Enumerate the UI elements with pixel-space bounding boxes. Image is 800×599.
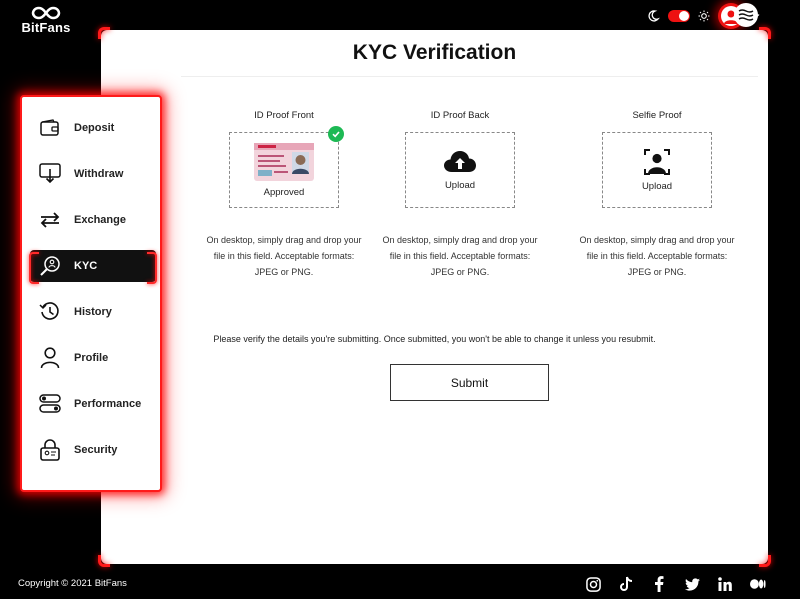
history-icon [38, 300, 62, 324]
sidebar-item-label: KYC [74, 260, 98, 272]
sidebar-item-label: Profile [74, 352, 109, 364]
menu-button[interactable] [734, 3, 758, 27]
corner-accent [98, 555, 110, 567]
linkedin-icon[interactable] [717, 576, 733, 592]
twitter-icon[interactable] [684, 576, 700, 592]
selfie-dropzone[interactable]: Upload [602, 132, 712, 208]
theme-toggle[interactable] [668, 10, 690, 22]
sidebar-item-profile[interactable]: Profile [32, 344, 154, 372]
tiktok-icon[interactable] [618, 576, 634, 592]
sidebar-item-label: Exchange [74, 214, 126, 226]
kyc-panel: KYC Verification ID Proof Front Approved [98, 27, 771, 567]
id-back-dropzone[interactable]: Upload [405, 132, 515, 208]
facebook-icon[interactable] [651, 576, 667, 592]
corner-accent [759, 555, 771, 567]
copyright-text: Copyright © 2021 BitFans [18, 578, 127, 589]
kyc-icon [38, 254, 62, 278]
social-links [585, 576, 766, 592]
wallet-icon [38, 116, 62, 140]
corner-accent [759, 27, 771, 39]
submission-notice: Please verify the details you're submitt… [213, 334, 656, 344]
sidebar-item-exchange[interactable]: Exchange [32, 206, 154, 234]
infinity-logo-icon [31, 6, 61, 20]
brand-logo[interactable]: BitFans [18, 6, 74, 40]
sidebar-item-security[interactable]: Security [32, 436, 154, 464]
proof-description: On desktop, simply drag and drop your fi… [206, 235, 362, 277]
title-divider [181, 76, 758, 77]
sidebar-item-history[interactable]: History [32, 298, 154, 326]
submit-button[interactable]: Submit [390, 364, 549, 401]
corner-accent [98, 27, 110, 39]
exchange-icon [38, 208, 62, 232]
sidebar-item-label: Withdraw [74, 168, 124, 180]
sun-icon [698, 10, 710, 22]
proof-label: Selfie Proof [632, 110, 682, 121]
selfie-proof: Selfie Proof Upload On desktop, simply d… [577, 110, 737, 280]
sidebar-item-label: History [74, 306, 112, 318]
proof-description: On desktop, simply drag and drop your fi… [579, 235, 735, 277]
upload-text: Upload [444, 179, 476, 191]
menu-icon [738, 9, 754, 21]
sidebar-item-kyc[interactable]: KYC [32, 252, 154, 280]
performance-icon [38, 392, 62, 416]
sidebar-item-withdraw[interactable]: Withdraw [32, 160, 154, 188]
sidebar-item-deposit[interactable]: Deposit [32, 114, 154, 142]
approved-text: Approved [263, 186, 305, 198]
sidebar-nav: Deposit Withdraw Exchange KYC History Pr… [20, 95, 162, 492]
sidebar-item-label: Performance [74, 398, 142, 410]
sidebar-item-label: Security [74, 444, 118, 456]
moon-icon [648, 10, 660, 22]
sidebar-item-performance[interactable]: Performance [32, 390, 154, 418]
security-icon [38, 438, 62, 462]
medium-icon[interactable] [750, 576, 766, 592]
id-card-image [254, 142, 314, 181]
upload-text: Upload [641, 180, 673, 192]
profile-icon [38, 346, 62, 370]
id-proof-back: ID Proof Back Upload On desktop, simply … [380, 110, 540, 280]
id-proof-front: ID Proof Front Approved On desktop, simp… [204, 110, 364, 280]
cloud-upload-icon [444, 150, 476, 172]
instagram-icon[interactable] [585, 576, 601, 592]
id-front-dropzone[interactable]: Approved [229, 126, 344, 208]
proof-description: On desktop, simply drag and drop your fi… [382, 235, 538, 277]
page-title: KYC Verification [352, 41, 517, 64]
approved-check-icon [328, 126, 344, 142]
selfie-icon [644, 148, 670, 175]
sidebar-item-label: Deposit [74, 122, 115, 134]
withdraw-icon [38, 162, 62, 186]
proof-label: ID Proof Back [430, 110, 490, 121]
brand-name: BitFans [21, 20, 71, 35]
